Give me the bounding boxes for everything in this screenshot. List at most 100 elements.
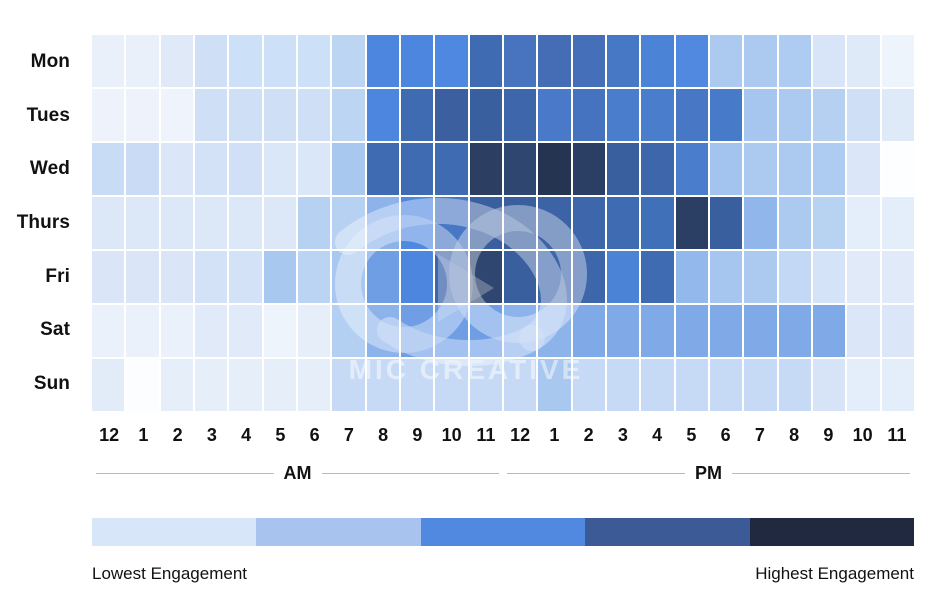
heatmap-cell[interactable]	[847, 359, 880, 411]
heatmap-cell[interactable]	[263, 305, 296, 357]
heatmap-cell[interactable]	[709, 197, 743, 249]
heatmap-cell[interactable]	[160, 143, 193, 195]
heatmap-cell[interactable]	[778, 35, 811, 87]
heatmap-cell[interactable]	[400, 35, 434, 87]
heatmap-cell[interactable]	[400, 251, 434, 303]
heatmap-cell[interactable]	[263, 251, 296, 303]
heatmap-cell[interactable]	[881, 305, 914, 357]
heatmap-cell[interactable]	[744, 89, 777, 141]
heatmap-cell[interactable]	[778, 251, 811, 303]
heatmap-cell[interactable]	[744, 35, 777, 87]
heatmap-cell[interactable]	[435, 305, 468, 357]
heatmap-cell[interactable]	[263, 143, 296, 195]
heatmap-cell[interactable]	[503, 197, 537, 249]
heatmap-cell[interactable]	[126, 359, 159, 411]
heatmap-cell[interactable]	[297, 251, 331, 303]
heatmap-cell[interactable]	[194, 89, 228, 141]
heatmap-cell[interactable]	[400, 305, 434, 357]
heatmap-cell[interactable]	[709, 359, 743, 411]
heatmap-cell[interactable]	[229, 251, 262, 303]
heatmap-cell[interactable]	[400, 359, 434, 411]
heatmap-cell[interactable]	[366, 89, 399, 141]
heatmap-cell[interactable]	[126, 197, 159, 249]
heatmap-cell[interactable]	[160, 359, 193, 411]
heatmap-cell[interactable]	[332, 35, 365, 87]
heatmap-cell[interactable]	[469, 251, 502, 303]
heatmap-cell[interactable]	[160, 89, 193, 141]
heatmap-cell[interactable]	[538, 197, 571, 249]
heatmap-cell[interactable]	[332, 305, 365, 357]
heatmap-cell[interactable]	[881, 89, 914, 141]
heatmap-cell[interactable]	[366, 359, 399, 411]
heatmap-cell[interactable]	[641, 197, 674, 249]
heatmap-cell[interactable]	[194, 359, 228, 411]
heatmap-cell[interactable]	[126, 143, 159, 195]
heatmap-cell[interactable]	[778, 89, 811, 141]
heatmap-cell[interactable]	[538, 143, 571, 195]
heatmap-cell[interactable]	[606, 305, 640, 357]
heatmap-cell[interactable]	[812, 359, 846, 411]
heatmap-cell[interactable]	[538, 251, 571, 303]
heatmap-cell[interactable]	[366, 35, 399, 87]
heatmap-cell[interactable]	[881, 197, 914, 249]
heatmap-cell[interactable]	[572, 305, 605, 357]
heatmap-cell[interactable]	[812, 251, 846, 303]
heatmap-cell[interactable]	[812, 143, 846, 195]
heatmap-cell[interactable]	[641, 251, 674, 303]
heatmap-cell[interactable]	[194, 251, 228, 303]
heatmap-cell[interactable]	[400, 143, 434, 195]
heatmap-cell[interactable]	[709, 35, 743, 87]
heatmap-cell[interactable]	[503, 35, 537, 87]
heatmap-cell[interactable]	[126, 89, 159, 141]
heatmap-cell[interactable]	[263, 35, 296, 87]
heatmap-cell[interactable]	[469, 35, 502, 87]
heatmap-cell[interactable]	[847, 143, 880, 195]
heatmap-cell[interactable]	[229, 305, 262, 357]
heatmap-cell[interactable]	[194, 35, 228, 87]
heatmap-cell[interactable]	[469, 359, 502, 411]
heatmap-cell[interactable]	[229, 35, 262, 87]
heatmap-cell[interactable]	[92, 305, 125, 357]
heatmap-cell[interactable]	[847, 305, 880, 357]
heatmap-cell[interactable]	[229, 143, 262, 195]
heatmap-cell[interactable]	[435, 359, 468, 411]
heatmap-cell[interactable]	[606, 89, 640, 141]
heatmap-cell[interactable]	[641, 89, 674, 141]
heatmap-cell[interactable]	[92, 143, 125, 195]
heatmap-cell[interactable]	[881, 251, 914, 303]
heatmap-cell[interactable]	[744, 359, 777, 411]
heatmap-cell[interactable]	[812, 89, 846, 141]
heatmap-cell[interactable]	[92, 359, 125, 411]
heatmap-cell[interactable]	[229, 89, 262, 141]
heatmap-cell[interactable]	[366, 143, 399, 195]
heatmap-cell[interactable]	[847, 89, 880, 141]
heatmap-cell[interactable]	[606, 359, 640, 411]
heatmap-cell[interactable]	[160, 305, 193, 357]
heatmap-cell[interactable]	[744, 251, 777, 303]
heatmap-cell[interactable]	[675, 143, 708, 195]
heatmap-cell[interactable]	[469, 305, 502, 357]
heatmap-cell[interactable]	[641, 35, 674, 87]
heatmap-cell[interactable]	[641, 359, 674, 411]
heatmap-cell[interactable]	[778, 197, 811, 249]
heatmap-cell[interactable]	[366, 251, 399, 303]
heatmap-cell[interactable]	[332, 143, 365, 195]
heatmap-cell[interactable]	[92, 35, 125, 87]
heatmap-grid[interactable]	[92, 35, 914, 411]
heatmap-cell[interactable]	[847, 197, 880, 249]
heatmap-cell[interactable]	[812, 35, 846, 87]
heatmap-cell[interactable]	[606, 197, 640, 249]
heatmap-cell[interactable]	[606, 143, 640, 195]
heatmap-cell[interactable]	[126, 305, 159, 357]
heatmap-cell[interactable]	[572, 359, 605, 411]
heatmap-cell[interactable]	[263, 197, 296, 249]
heatmap-cell[interactable]	[194, 197, 228, 249]
heatmap-cell[interactable]	[503, 305, 537, 357]
heatmap-cell[interactable]	[538, 359, 571, 411]
heatmap-cell[interactable]	[160, 251, 193, 303]
heatmap-cell[interactable]	[675, 89, 708, 141]
heatmap-cell[interactable]	[812, 305, 846, 357]
heatmap-cell[interactable]	[572, 35, 605, 87]
heatmap-cell[interactable]	[297, 35, 331, 87]
heatmap-cell[interactable]	[641, 143, 674, 195]
